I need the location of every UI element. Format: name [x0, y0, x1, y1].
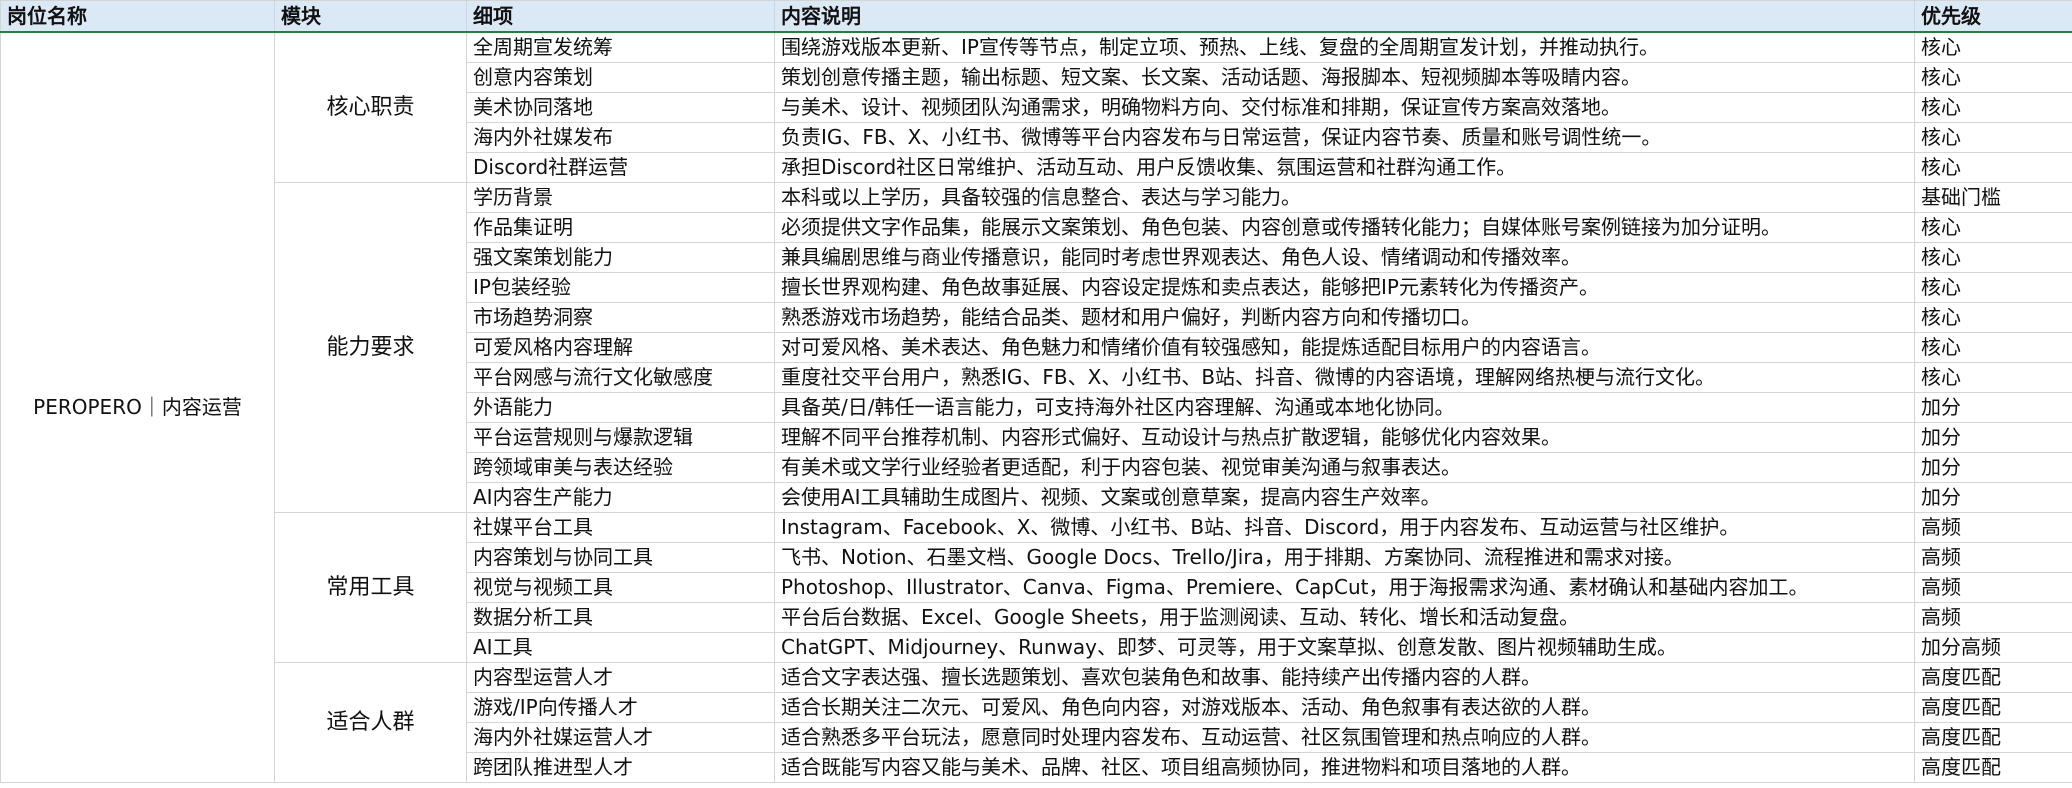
cell-description[interactable]: 对可爱风格、美术表达、角色魅力和情绪价值有较强感知，能提炼适配目标用户的内容语言… [774, 332, 1915, 363]
cell-priority[interactable]: 核心 [1914, 212, 2072, 243]
cell-priority[interactable]: 核心 [1914, 302, 2072, 333]
cell-module[interactable]: 能力要求 [274, 182, 467, 513]
cell-priority[interactable]: 高频 [1914, 572, 2072, 603]
header-item[interactable]: 细项 [466, 0, 775, 33]
cell-priority[interactable]: 加分 [1914, 392, 2072, 423]
cell-description[interactable]: ChatGPT、Midjourney、Runway、即梦、可灵等，用于文案草拟、… [774, 632, 1915, 663]
cell-position[interactable]: PEROPERO｜内容运营 [0, 31, 275, 783]
cell-item[interactable]: AI内容生产能力 [466, 482, 775, 513]
cell-priority[interactable]: 基础门槛 [1914, 182, 2072, 213]
cell-description[interactable]: 飞书、Notion、石墨文档、Google Docs、Trello/Jira，用… [774, 542, 1915, 573]
header-description[interactable]: 内容说明 [774, 0, 1915, 33]
cell-priority[interactable]: 加分 [1914, 482, 2072, 513]
cell-description[interactable]: 适合既能写内容又能与美术、品牌、社区、项目组高频协同，推进物料和项目落地的人群。 [774, 752, 1915, 783]
cell-priority[interactable]: 高频 [1914, 602, 2072, 633]
cell-description[interactable]: 负责IG、FB、X、小红书、微博等平台内容发布与日常运营，保证内容节奏、质量和账… [774, 122, 1915, 153]
cell-description[interactable]: 适合熟悉多平台玩法，愿意同时处理内容发布、互动运营、社区氛围管理和热点响应的人群… [774, 722, 1915, 753]
header-priority[interactable]: 优先级 [1914, 0, 2072, 33]
spreadsheet-table: 岗位名称 模块 细项 内容说明 优先级 PEROPERO｜内容运营 核心职责 全周期… [0, 0, 2072, 783]
cell-description[interactable]: 理解不同平台推荐机制、内容形式偏好、互动设计与热点扩散逻辑，能够优化内容效果。 [774, 422, 1915, 453]
header-position[interactable]: 岗位名称 [0, 0, 275, 33]
cell-item[interactable]: AI工具 [466, 632, 775, 663]
cell-priority[interactable]: 核心 [1914, 242, 2072, 273]
cell-priority[interactable]: 加分 [1914, 452, 2072, 483]
cell-description[interactable]: 承担Discord社区日常维护、活动互动、用户反馈收集、氛围运营和社群沟通工作。 [774, 152, 1915, 183]
cell-item[interactable]: 海内外社媒运营人才 [466, 722, 775, 753]
cell-item[interactable]: 外语能力 [466, 392, 775, 423]
header-module[interactable]: 模块 [274, 0, 467, 33]
cell-description[interactable]: 兼具编剧思维与商业传播意识，能同时考虑世界观表达、角色人设、情绪调动和传播效率。 [774, 242, 1915, 273]
cell-item[interactable]: 数据分析工具 [466, 602, 775, 633]
cell-priority[interactable]: 核心 [1914, 152, 2072, 183]
cell-item[interactable]: 美术协同落地 [466, 92, 775, 123]
cell-item[interactable]: 平台运营规则与爆款逻辑 [466, 422, 775, 453]
cell-priority[interactable]: 高频 [1914, 542, 2072, 573]
cell-priority[interactable]: 高度匹配 [1914, 662, 2072, 693]
cell-priority[interactable]: 核心 [1914, 122, 2072, 153]
cell-item[interactable]: 全周期宣发统筹 [466, 31, 775, 63]
cell-item[interactable]: 市场趋势洞察 [466, 302, 775, 333]
cell-description[interactable]: Photoshop、Illustrator、Canva、Figma、Premie… [774, 572, 1915, 603]
table-row: 适合人群 内容型运营人才 适合文字表达强、擅长选题策划、喜欢包装角色和故事、能持续产… [1, 662, 2072, 783]
cell-description[interactable]: 有美术或文学行业经验者更适配，利于内容包装、视觉审美沟通与叙事表达。 [774, 452, 1915, 483]
cell-description[interactable]: 本科或以上学历，具备较强的信息整合、表达与学习能力。 [774, 182, 1915, 213]
cell-description[interactable]: 会使用AI工具辅助生成图片、视频、文案或创意草案，提高内容生产效率。 [774, 482, 1915, 513]
table-row: 能力要求 学历背景 本科或以上学历，具备较强的信息整合、表达与学习能力。 基础门槛 [1, 182, 2072, 513]
cell-description[interactable]: 具备英/日/韩任一语言能力，可支持海外社区内容理解、沟通或本地化协同。 [774, 392, 1915, 423]
cell-module[interactable]: 常用工具 [274, 512, 467, 663]
cell-item[interactable]: 可爱风格内容理解 [466, 332, 775, 363]
cell-item[interactable]: 作品集证明 [466, 212, 775, 243]
cell-description[interactable]: Instagram、Facebook、X、微博、小红书、B站、抖音、Discor… [774, 512, 1915, 543]
cell-item[interactable]: 内容型运营人才 [466, 662, 775, 693]
cell-priority[interactable]: 高频 [1914, 512, 2072, 543]
cell-description[interactable]: 围绕游戏版本更新、IP宣传等节点，制定立项、预热、上线、复盘的全周期宣发计划，并… [774, 31, 1915, 63]
cell-item[interactable]: IP包装经验 [466, 272, 775, 303]
cell-item[interactable]: 社媒平台工具 [466, 512, 775, 543]
table-body: PEROPERO｜内容运营 核心职责 全周期宣发统筹 围绕游戏版本更新、IP宣传等节点… [0, 31, 2072, 783]
cell-item[interactable]: 游戏/IP向传播人才 [466, 692, 775, 723]
cell-item[interactable]: 创意内容策划 [466, 62, 775, 93]
cell-item[interactable]: 内容策划与协同工具 [466, 542, 775, 573]
cell-item[interactable]: 海内外社媒发布 [466, 122, 775, 153]
cell-priority[interactable]: 高度匹配 [1914, 692, 2072, 723]
cell-item[interactable]: 学历背景 [466, 182, 775, 213]
cell-item[interactable]: Discord社群运营 [466, 152, 775, 183]
cell-priority[interactable]: 核心 [1914, 362, 2072, 393]
cell-priority[interactable]: 核心 [1914, 62, 2072, 93]
cell-module[interactable]: 适合人群 [274, 662, 467, 783]
cell-module[interactable]: 核心职责 [274, 31, 467, 183]
cell-item[interactable]: 跨团队推进型人才 [466, 752, 775, 783]
cell-priority[interactable]: 核心 [1914, 31, 2072, 63]
cell-description[interactable]: 策划创意传播主题，输出标题、短文案、长文案、活动话题、海报脚本、短视频脚本等吸睛… [774, 62, 1915, 93]
cell-priority[interactable]: 高度匹配 [1914, 722, 2072, 753]
cell-description[interactable]: 适合文字表达强、擅长选题策划、喜欢包装角色和故事、能持续产出传播内容的人群。 [774, 662, 1915, 693]
cell-description[interactable]: 平台后台数据、Excel、Google Sheets，用于监测阅读、互动、转化、… [774, 602, 1915, 633]
header-row: 岗位名称 模块 细项 内容说明 优先级 [0, 0, 2072, 33]
cell-item[interactable]: 视觉与视频工具 [466, 572, 775, 603]
cell-priority[interactable]: 核心 [1914, 332, 2072, 363]
cell-priority[interactable]: 加分 [1914, 422, 2072, 453]
cell-priority[interactable]: 核心 [1914, 272, 2072, 303]
cell-description[interactable]: 重度社交平台用户，熟悉IG、FB、X、小红书、B站、抖音、微博的内容语境，理解网… [774, 362, 1915, 393]
cell-item[interactable]: 跨领域审美与表达经验 [466, 452, 775, 483]
cell-priority[interactable]: 高度匹配 [1914, 752, 2072, 783]
table-row: PEROPERO｜内容运营 核心职责 全周期宣发统筹 围绕游戏版本更新、IP宣传等节点… [0, 31, 2072, 783]
cell-item[interactable]: 强文案策划能力 [466, 242, 775, 273]
cell-description[interactable]: 必须提供文字作品集，能展示文案策划、角色包装、内容创意或传播转化能力；自媒体账号… [774, 212, 1915, 243]
cell-item[interactable]: 平台网感与流行文化敏感度 [466, 362, 775, 393]
cell-priority[interactable]: 加分高频 [1914, 632, 2072, 663]
cell-description[interactable]: 熟悉游戏市场趋势，能结合品类、题材和用户偏好，判断内容方向和传播切口。 [774, 302, 1915, 333]
cell-description[interactable]: 擅长世界观构建、角色故事延展、内容设定提炼和卖点表达，能够把IP元素转化为传播资… [774, 272, 1915, 303]
table-row: 常用工具 社媒平台工具 Instagram、Facebook、X、微博、小红书、B站… [1, 512, 2072, 663]
cell-description[interactable]: 适合长期关注二次元、可爱风、角色向内容，对游戏版本、活动、角色叙事有表达欲的人群… [774, 692, 1915, 723]
cell-priority[interactable]: 核心 [1914, 92, 2072, 123]
cell-description[interactable]: 与美术、设计、视频团队沟通需求，明确物料方向、交付标准和排期，保证宣传方案高效落… [774, 92, 1915, 123]
